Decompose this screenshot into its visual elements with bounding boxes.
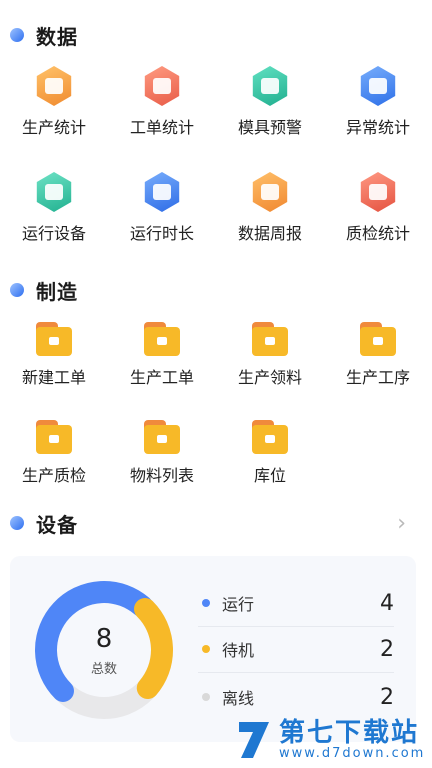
data-item-weekly-report[interactable]: 数据周报: [216, 172, 324, 244]
legend-label: 运行: [222, 595, 255, 614]
production-stats-icon: [36, 66, 72, 106]
total-label: 总数: [90, 661, 117, 677]
chevron-right-icon[interactable]: ›: [397, 508, 406, 538]
running-duration-icon: [144, 172, 180, 212]
watermark: 第七下载站 www.d7down.com: [235, 716, 425, 764]
new-work-order-icon: [36, 322, 72, 356]
legend-dot: [202, 645, 210, 653]
total-count: 8: [95, 623, 113, 654]
running-equipment-icon: [36, 172, 72, 212]
item-label: 生产领料: [237, 368, 302, 387]
section-header-equipment[interactable]: 设备 ›: [10, 508, 422, 538]
material-pick-icon: [252, 322, 288, 356]
watermark-url: www.d7down.com: [279, 746, 426, 761]
quality-stats-icon: [360, 172, 396, 212]
storage-location-icon: [252, 420, 288, 454]
production-work-order-icon: [144, 322, 180, 356]
manufacture-item-production-work-order[interactable]: 生产工单: [108, 322, 216, 388]
legend-dot: [202, 599, 210, 607]
weekly-report-icon: [252, 172, 288, 212]
item-label: 生产工序: [345, 368, 410, 387]
data-item-running-duration[interactable]: 运行时长: [108, 172, 216, 244]
exception-stats-icon: [360, 66, 396, 106]
legend-dot: [202, 693, 210, 701]
legend-row-offline[interactable]: 离线 2: [198, 674, 394, 720]
donut-center: 8 总数: [32, 578, 176, 722]
item-label: 生产质检: [21, 466, 86, 485]
legend-value: 2: [380, 636, 394, 662]
item-label: 生产统计: [21, 118, 86, 137]
section-marker-icon: [10, 28, 24, 42]
material-list-icon: [144, 420, 180, 454]
manufacture-item-material-pick[interactable]: 生产领料: [216, 322, 324, 388]
item-label: 运行设备: [21, 224, 86, 243]
legend-value: 4: [380, 590, 394, 616]
data-item-work-order-stats[interactable]: 工单统计: [108, 66, 216, 138]
section-header-manufacture: 制造: [10, 275, 78, 305]
manufacture-item-production-process[interactable]: 生产工序: [324, 322, 432, 388]
item-label: 物料列表: [129, 466, 194, 485]
item-label: 质检统计: [345, 224, 410, 243]
production-inspection-icon: [36, 420, 72, 454]
item-label: 运行时长: [129, 224, 194, 243]
data-item-exception-stats[interactable]: 异常统计: [324, 66, 432, 138]
legend-row-idle[interactable]: 待机 2: [198, 626, 394, 673]
watermark-logo-icon: [239, 722, 269, 758]
item-label: 新建工单: [21, 368, 86, 387]
section-header-data: 数据: [10, 20, 78, 50]
item-label: 生产工单: [129, 368, 194, 387]
watermark-title: 第七下载站: [279, 718, 420, 748]
item-label: 工单统计: [129, 118, 194, 137]
legend-label: 待机: [222, 641, 255, 660]
section-title-data: 数据: [36, 24, 78, 49]
data-item-production-stats[interactable]: 生产统计: [0, 66, 108, 138]
mold-warning-icon: [252, 66, 288, 106]
item-label: 数据周报: [237, 224, 302, 243]
legend-row-running[interactable]: 运行 4: [198, 580, 394, 627]
manufacture-item-production-inspection[interactable]: 生产质检: [0, 420, 108, 486]
legend-value: 2: [380, 684, 394, 710]
section-title-manufacture: 制造: [36, 279, 78, 304]
legend-label: 离线: [222, 689, 255, 708]
section-marker-icon: [10, 283, 24, 297]
manufacture-item-material-list[interactable]: 物料列表: [108, 420, 216, 486]
data-item-running-equipment[interactable]: 运行设备: [0, 172, 108, 244]
work-order-stats-icon: [144, 66, 180, 106]
item-label: 模具预警: [237, 118, 302, 137]
item-label: 库位: [253, 466, 286, 485]
manufacture-item-new-work-order[interactable]: 新建工单: [0, 322, 108, 388]
equipment-card: 8 总数 运行 4 待机 2 离线 2: [10, 556, 416, 742]
manufacture-item-storage-location[interactable]: 库位: [216, 420, 324, 486]
section-marker-icon: [10, 516, 24, 530]
production-process-icon: [360, 322, 396, 356]
section-title-equipment: 设备: [36, 512, 78, 537]
item-label: 异常统计: [345, 118, 410, 137]
data-item-quality-stats[interactable]: 质检统计: [324, 172, 432, 244]
data-item-mold-warning[interactable]: 模具预警: [216, 66, 324, 138]
